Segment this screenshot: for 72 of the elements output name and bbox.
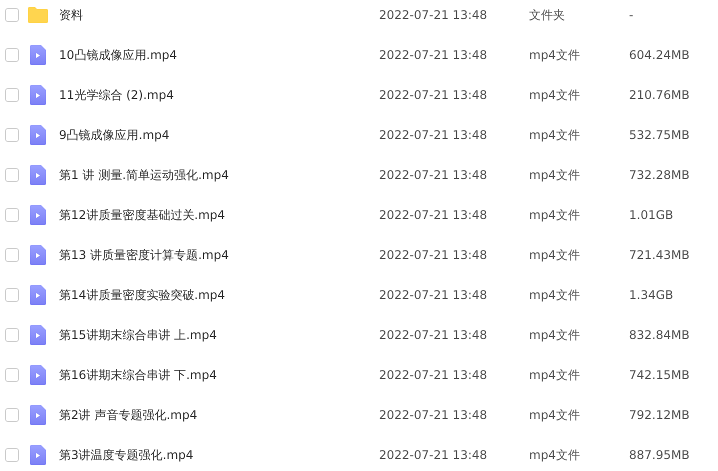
- file-size: 732.28MB: [629, 168, 690, 182]
- file-type: mp4文件: [529, 366, 581, 384]
- video-file-icon: [30, 365, 46, 385]
- checkbox[interactable]: [5, 48, 19, 62]
- modified-date: 2022-07-21 13:48: [379, 408, 488, 422]
- file-name[interactable]: 10凸镜成像应用.mp4: [59, 46, 379, 64]
- file-name[interactable]: 第14讲质量密度实验突破.mp4: [59, 286, 379, 304]
- file-type: mp4文件: [529, 246, 581, 264]
- modified-date: 2022-07-21 13:48: [379, 128, 488, 142]
- file-name[interactable]: 第16讲期末综合串讲 下.mp4: [59, 366, 379, 384]
- checkbox[interactable]: [5, 368, 19, 382]
- checkbox[interactable]: [5, 128, 19, 142]
- modified-date: 2022-07-21 13:48: [379, 88, 488, 102]
- checkbox[interactable]: [5, 8, 19, 22]
- file-size: -: [629, 8, 634, 22]
- file-type: mp4文件: [529, 326, 581, 344]
- file-name[interactable]: 第12讲质量密度基础过关.mp4: [59, 206, 379, 224]
- video-file-icon: [30, 285, 46, 305]
- checkbox[interactable]: [5, 168, 19, 182]
- file-size: 721.43MB: [629, 248, 690, 262]
- file-type: mp4文件: [529, 406, 581, 424]
- file-type: mp4文件: [529, 286, 581, 304]
- video-file-icon: [30, 245, 46, 265]
- file-name[interactable]: 9凸镜成像应用.mp4: [59, 126, 379, 144]
- file-type: mp4文件: [529, 446, 581, 464]
- file-name[interactable]: 第2讲 声音专题强化.mp4: [59, 406, 379, 424]
- checkbox[interactable]: [5, 88, 19, 102]
- modified-date: 2022-07-21 13:48: [379, 448, 488, 462]
- checkbox[interactable]: [5, 288, 19, 302]
- modified-date: 2022-07-21 13:48: [379, 48, 488, 62]
- video-file-icon: [30, 205, 46, 225]
- video-file-icon: [30, 325, 46, 345]
- file-size: 887.95MB: [629, 448, 690, 462]
- video-file-icon: [30, 45, 46, 65]
- file-type: mp4文件: [529, 206, 581, 224]
- file-name[interactable]: 11光学综合 (2).mp4: [59, 86, 379, 104]
- file-name[interactable]: 资料: [59, 6, 379, 24]
- checkbox[interactable]: [5, 248, 19, 262]
- modified-date: 2022-07-21 13:48: [379, 208, 488, 222]
- video-file-icon: [30, 405, 46, 425]
- video-file-icon: [30, 445, 46, 465]
- video-file-icon: [30, 125, 46, 145]
- modified-date: 2022-07-21 13:48: [379, 8, 488, 22]
- file-size: 832.84MB: [629, 328, 690, 342]
- file-size: 604.24MB: [629, 48, 690, 62]
- file-name[interactable]: 第13 讲质量密度计算专题.mp4: [59, 246, 379, 264]
- file-size: 792.12MB: [629, 408, 690, 422]
- file-size: 210.76MB: [629, 88, 690, 102]
- modified-date: 2022-07-21 13:48: [379, 248, 488, 262]
- file-name[interactable]: 第1 讲 测量.简单运动强化.mp4: [59, 166, 379, 184]
- checkbox[interactable]: [5, 328, 19, 342]
- file-type: mp4文件: [529, 86, 581, 104]
- file-type: 文件夹: [529, 6, 566, 24]
- file-name[interactable]: 第15讲期末综合串讲 上.mp4: [59, 326, 379, 344]
- file-size: 1.01GB: [629, 208, 674, 222]
- file-type: mp4文件: [529, 46, 581, 64]
- video-file-icon: [30, 165, 46, 185]
- modified-date: 2022-07-21 13:48: [379, 288, 488, 302]
- file-type: mp4文件: [529, 166, 581, 184]
- file-type: mp4文件: [529, 126, 581, 144]
- checkbox[interactable]: [5, 408, 19, 422]
- file-size: 742.15MB: [629, 368, 690, 382]
- modified-date: 2022-07-21 13:48: [379, 368, 488, 382]
- file-size: 1.34GB: [629, 288, 674, 302]
- file-name[interactable]: 第3讲温度专题强化.mp4: [59, 446, 379, 464]
- checkbox[interactable]: [5, 448, 19, 462]
- modified-date: 2022-07-21 13:48: [379, 168, 488, 182]
- folder-icon: [28, 7, 48, 23]
- modified-date: 2022-07-21 13:48: [379, 328, 488, 342]
- file-size: 532.75MB: [629, 128, 690, 142]
- checkbox[interactable]: [5, 208, 19, 222]
- video-file-icon: [30, 85, 46, 105]
